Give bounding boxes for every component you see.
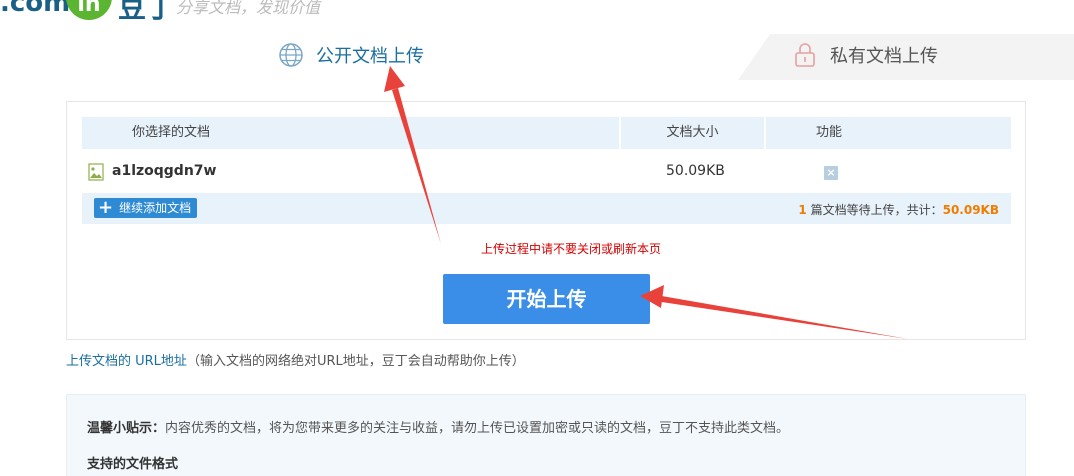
- col-header-name: 你选择的文档: [82, 117, 619, 149]
- slogan: 分享文档，发现价值: [176, 0, 321, 17]
- total-size: 50.09KB: [942, 203, 999, 217]
- logo-cn: 豆丁: [118, 0, 175, 24]
- add-more-files-button[interactable]: + 继续添加文档: [94, 197, 198, 218]
- image-file-icon: [88, 163, 104, 181]
- tab-private-upload[interactable]: 私有文档上传: [794, 30, 938, 80]
- supported-formats-title: 支持的文件格式: [87, 457, 179, 472]
- col-header-func: 功能: [766, 117, 1011, 149]
- upload-footer-bar: + 继续添加文档 1 篇文档等待上传，共计：50.09KB: [82, 193, 1011, 224]
- tips-text: 内容优秀的文档，将为您带来更多的关注与收益，请勿上传已设置加密或只读的文档，豆丁…: [165, 421, 790, 436]
- add-more-files-label: 继续添加文档: [119, 201, 192, 215]
- logo-badge: ln: [66, 0, 112, 20]
- tab-public-label: 公开文档上传: [316, 46, 424, 67]
- upload-summary: 1 篇文档等待上传，共计：50.09KB: [798, 201, 999, 218]
- tab-private-label: 私有文档上传: [830, 46, 938, 67]
- tips-line: 温馨小贴示：内容优秀的文档，将为您带来更多的关注与收益，请勿上传已设置加密或只读…: [87, 417, 789, 436]
- upload-panel: 你选择的文档 文档大小 功能 a1lzoqgdn7w 50.09KB × + 继…: [66, 101, 1026, 340]
- site-header: .com ln 豆丁 分享文档，发现价值: [0, 0, 1074, 24]
- plus-icon: +: [98, 197, 114, 218]
- tips-box: 温馨小贴示：内容优秀的文档，将为您带来更多的关注与收益，请勿上传已设置加密或只读…: [66, 394, 1026, 476]
- url-upload-hint: （输入文档的网络绝对URL地址，豆丁会自动帮助你上传）: [186, 354, 525, 369]
- logo-text: .com: [0, 0, 71, 18]
- file-name: a1lzoqgdn7w: [112, 163, 217, 179]
- file-count: 1: [798, 203, 807, 217]
- url-upload-link[interactable]: 上传文档的 URL地址: [66, 354, 187, 369]
- tab-public-upload[interactable]: 公开文档上传: [278, 30, 424, 80]
- col-header-size: 文档大小: [621, 117, 764, 149]
- table-header: 你选择的文档 文档大小 功能: [82, 117, 1011, 149]
- summary-text: 篇文档等待上传，共计：: [806, 203, 943, 217]
- url-upload-line: 上传文档的 URL地址（输入文档的网络绝对URL地址，豆丁会自动帮助你上传）: [66, 350, 525, 369]
- delete-file-button[interactable]: ×: [824, 166, 838, 180]
- upload-warning: 上传过程中请不要关闭或刷新本页: [480, 242, 661, 256]
- globe-icon: [279, 43, 303, 67]
- start-upload-button[interactable]: 开始上传: [443, 274, 650, 324]
- tips-lead: 温馨小贴示：: [87, 421, 166, 436]
- table-row: a1lzoqgdn7w 50.09KB ×: [82, 149, 1011, 193]
- upload-page: .com ln 豆丁 分享文档，发现价值 公开文档上传 私有文档上传 你选择的文…: [0, 0, 1074, 476]
- lock-icon: [795, 43, 815, 67]
- file-size: 50.09KB: [666, 163, 725, 179]
